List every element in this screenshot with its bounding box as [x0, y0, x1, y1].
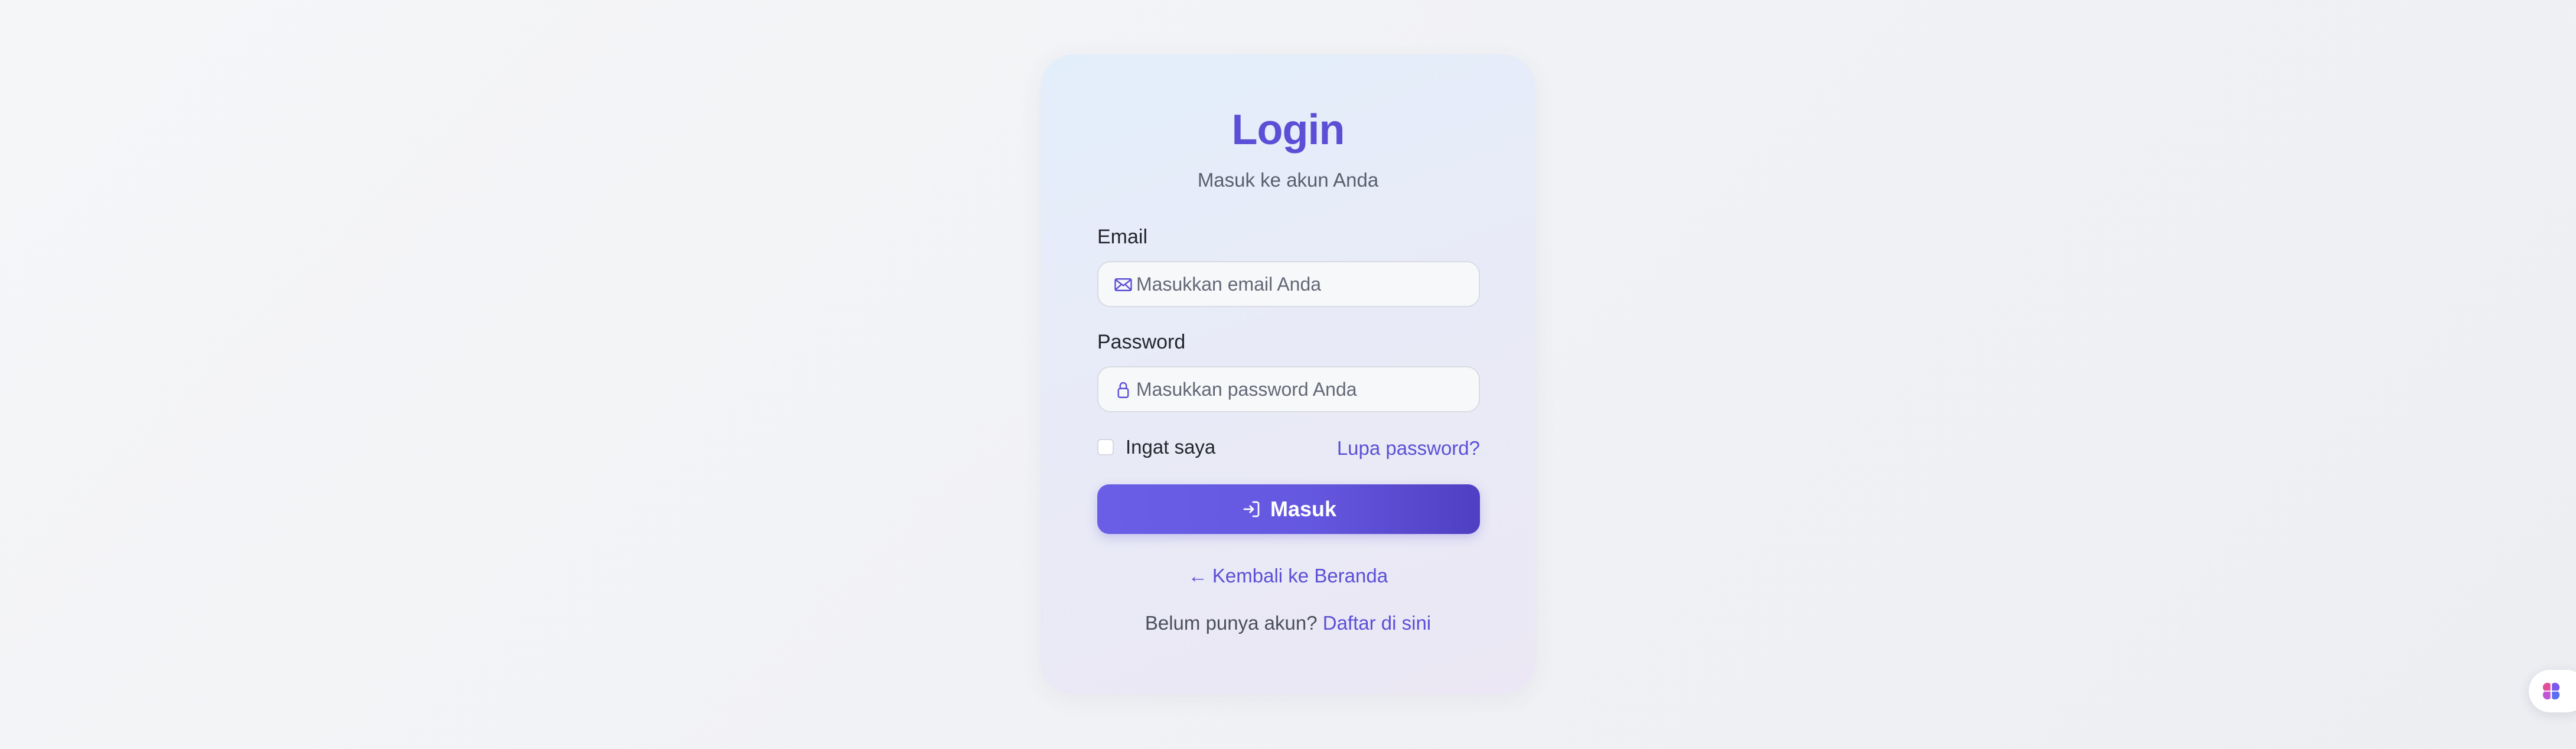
email-input[interactable] — [1136, 262, 1467, 306]
login-subtitle: Masuk ke akun Anda — [1197, 169, 1379, 191]
remember-me[interactable]: Ingat saya — [1097, 436, 1216, 458]
brain-icon — [2542, 682, 2560, 700]
email-label: Email — [1097, 226, 1148, 248]
sign-in-icon — [1241, 499, 1262, 520]
email-field-wrapper — [1097, 261, 1480, 307]
back-to-home-link[interactable]: ← Kembali ke Beranda — [1041, 566, 1535, 585]
password-input[interactable] — [1136, 367, 1467, 411]
back-to-home-label: Kembali ke Beranda — [1212, 565, 1388, 587]
remember-checkbox[interactable] — [1097, 439, 1114, 455]
lock-icon — [1113, 379, 1134, 400]
login-title: Login — [1231, 106, 1345, 154]
register-link[interactable]: Daftar di sini — [1323, 612, 1431, 634]
register-prompt-text: Belum punya akun? — [1144, 612, 1318, 634]
floating-assistant-button[interactable] — [2529, 670, 2576, 712]
envelope-icon — [1113, 274, 1134, 295]
login-card: Login Masuk ke akun Anda Email Password … — [1041, 54, 1535, 695]
password-label: Password — [1097, 331, 1186, 353]
remember-label: Ingat saya — [1126, 436, 1216, 458]
forgot-password-link[interactable]: Lupa password? — [1337, 438, 1480, 458]
arrow-left-icon: ← — [1188, 565, 1208, 587]
register-prompt: Belum punya akun? Daftar di sini — [1041, 613, 1535, 633]
login-button-label: Masuk — [1270, 497, 1337, 521]
password-field-wrapper — [1097, 366, 1480, 412]
login-button[interactable]: Masuk — [1097, 484, 1480, 534]
